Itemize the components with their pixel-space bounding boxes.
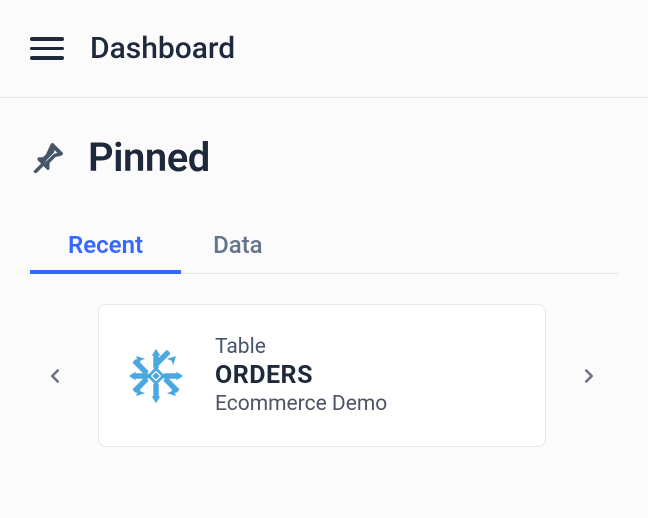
page-title: Dashboard <box>90 31 235 66</box>
tab-data[interactable]: Data <box>213 231 263 273</box>
section-title: Pinned <box>88 134 210 181</box>
menu-icon[interactable] <box>30 37 64 60</box>
card-subtitle: Ecommerce Demo <box>215 392 387 416</box>
chevron-right-icon[interactable] <box>564 346 614 406</box>
card-body: Table ORDERS Ecommerce Demo <box>215 335 387 416</box>
snowflake-icon <box>127 347 185 405</box>
header: Dashboard <box>0 0 648 98</box>
pin-icon <box>30 140 66 176</box>
tabs: Recent Data <box>30 231 618 274</box>
section-heading: Pinned <box>30 134 618 181</box>
tab-recent[interactable]: Recent <box>68 231 143 273</box>
pinned-card[interactable]: Table ORDERS Ecommerce Demo <box>98 304 546 447</box>
card-kind: Table <box>215 335 387 359</box>
card-title: ORDERS <box>215 361 387 390</box>
carousel: Table ORDERS Ecommerce Demo <box>30 304 618 447</box>
pinned-section: Pinned Recent Data <box>0 98 648 447</box>
chevron-left-icon[interactable] <box>30 346 80 406</box>
